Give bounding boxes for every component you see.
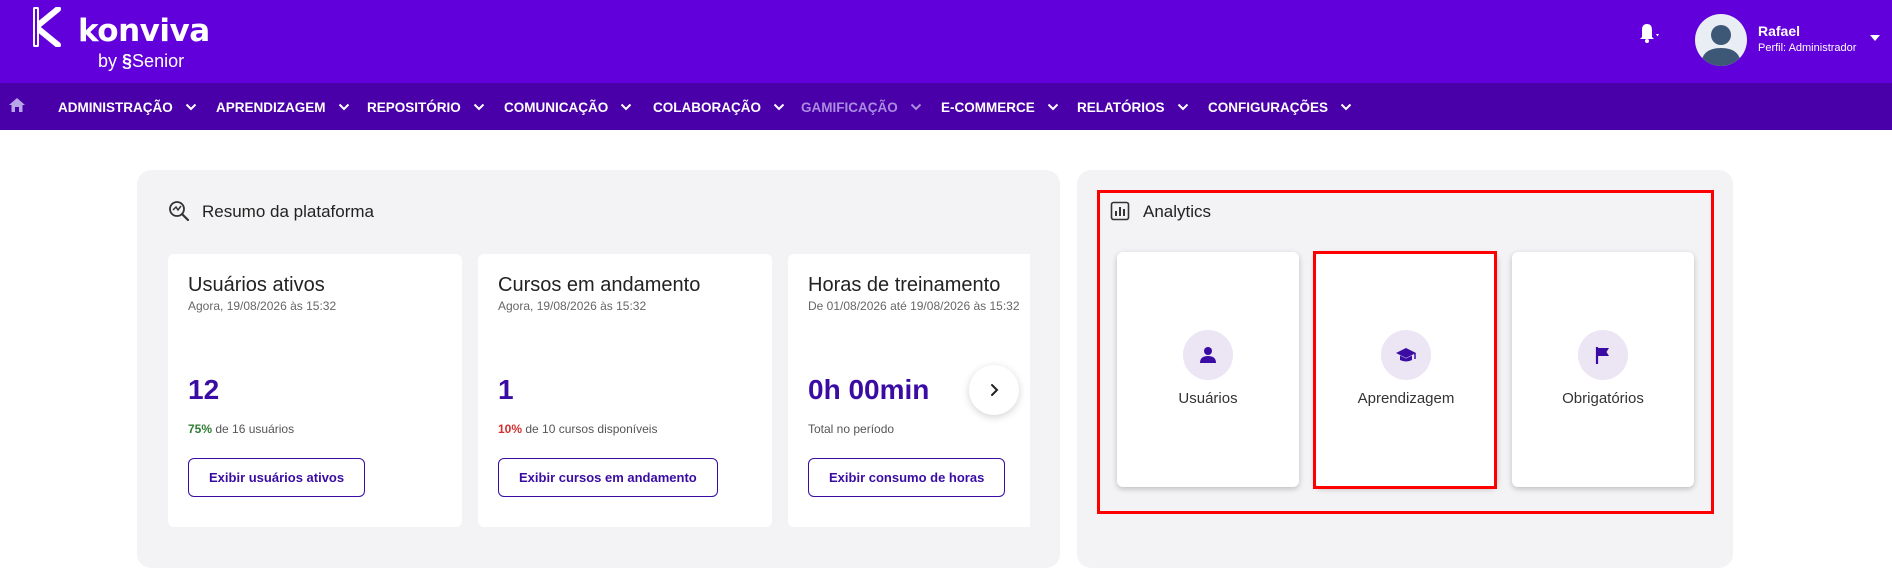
bell-icon[interactable] [1634,20,1662,44]
stat-percent: 10% [498,422,523,436]
brand-name: konviva [78,13,210,49]
stat-percent: 75% [188,422,213,436]
avatar[interactable] [1695,14,1747,66]
nav-item-comunicacao[interactable]: COMUNICAÇÃO [504,97,632,117]
nav-item-relatorios[interactable]: RELATÓRIOS [1077,97,1189,117]
flag-icon [1578,330,1628,380]
highlight-box [1313,251,1497,489]
chevron-down-icon [338,103,349,111]
analytics-title: Analytics [1143,202,1212,221]
konviva-logo[interactable]: konviva by §Senior [32,7,210,75]
show-hours-consumption-button[interactable]: Exibir consumo de horas [808,458,1006,497]
analytics-card-label: Obrigatórios [1562,390,1644,407]
nav-item-aprendizagem[interactable]: APRENDIZAGEM [216,97,350,117]
brand-by: by §Senior [98,51,185,71]
chevron-down-icon[interactable] [1868,33,1882,43]
stat-timestamp: Agora, 19/08/2026 às 15:32 [498,299,647,313]
nav-item-configuracoes[interactable]: CONFIGURAÇÕES [1208,97,1352,117]
stat-note: Total no período [808,422,895,436]
user-role: Perfil: Administrador [1758,42,1857,54]
stat-timestamp: De 01/08/2026 até 19/08/2026 às 15:32 [808,299,1020,313]
user-icon [1183,330,1233,380]
chevron-right-icon [991,384,999,396]
home-icon[interactable] [8,96,26,114]
stat-title: Cursos em andamento [498,274,701,296]
chevron-down-icon [1047,103,1058,111]
analytics-card-usuarios[interactable]: Usuários [1117,252,1299,487]
senior-s-icon: § [122,51,133,71]
chevron-down-icon [621,103,632,111]
chevron-down-icon [185,103,196,111]
konviva-k-icon [33,7,61,47]
show-courses-in-progress-button[interactable]: Exibir cursos em andamento [498,458,718,497]
stat-value: 12 [188,374,220,405]
stat-title: Horas de treinamento [808,274,1001,296]
stat-note: 10% de 10 cursos disponíveis [498,422,658,436]
avatar-icon [1701,25,1741,66]
stat-value: 0h 00min [808,374,930,405]
search-chart-icon [169,201,190,222]
analytics-card-label: Usuários [1178,390,1238,407]
stat-card-active-users: Usuários ativos Agora, 19/08/2026 às 15:… [168,254,462,527]
nav-item-repositorio[interactable]: REPOSITÓRIO [367,97,485,117]
analytics-card-obrigatorios[interactable]: Obrigatórios [1512,252,1694,487]
chevron-down-icon [773,103,785,111]
summary-title: Resumo da plataforma [202,202,374,221]
nav-item-colaboracao[interactable]: COLABORAÇÃO [653,97,785,117]
nav-item-administracao[interactable]: ADMINISTRAÇÃO [58,97,197,117]
stats-carousel: Usuários ativos Agora, 19/08/2026 às 15:… [168,254,1030,527]
stat-timestamp: Agora, 19/08/2026 às 15:32 [188,299,337,313]
carousel-next-button[interactable] [969,365,1019,415]
stat-value: 1 [498,374,514,405]
chevron-down-icon [1340,103,1352,111]
chevron-down-icon [1177,103,1188,111]
brand-company: Senior [132,51,185,71]
stat-card-courses-in-progress: Cursos em andamento Agora, 19/08/2026 às… [478,254,772,527]
top-header: konviva by §Senior Rafael Perfil: Admini… [0,0,1892,83]
user-name[interactable]: Rafael [1758,23,1800,39]
bar-chart-icon [1110,201,1130,221]
stat-note: 75% de 16 usuários [188,422,295,436]
show-active-users-button[interactable]: Exibir usuários ativos [188,458,366,497]
nav-item-e-commerce[interactable]: E-COMMERCE [941,97,1059,117]
stat-title: Usuários ativos [188,274,325,296]
main-nav: ADMINISTRAÇÃO APRENDIZAGEM REPOSITÓRIO C… [0,83,1892,130]
nav-item-gamificacao[interactable]: GAMIFICAÇÃO [801,97,922,117]
chevron-down-icon [910,103,921,111]
chevron-down-icon [473,103,484,111]
